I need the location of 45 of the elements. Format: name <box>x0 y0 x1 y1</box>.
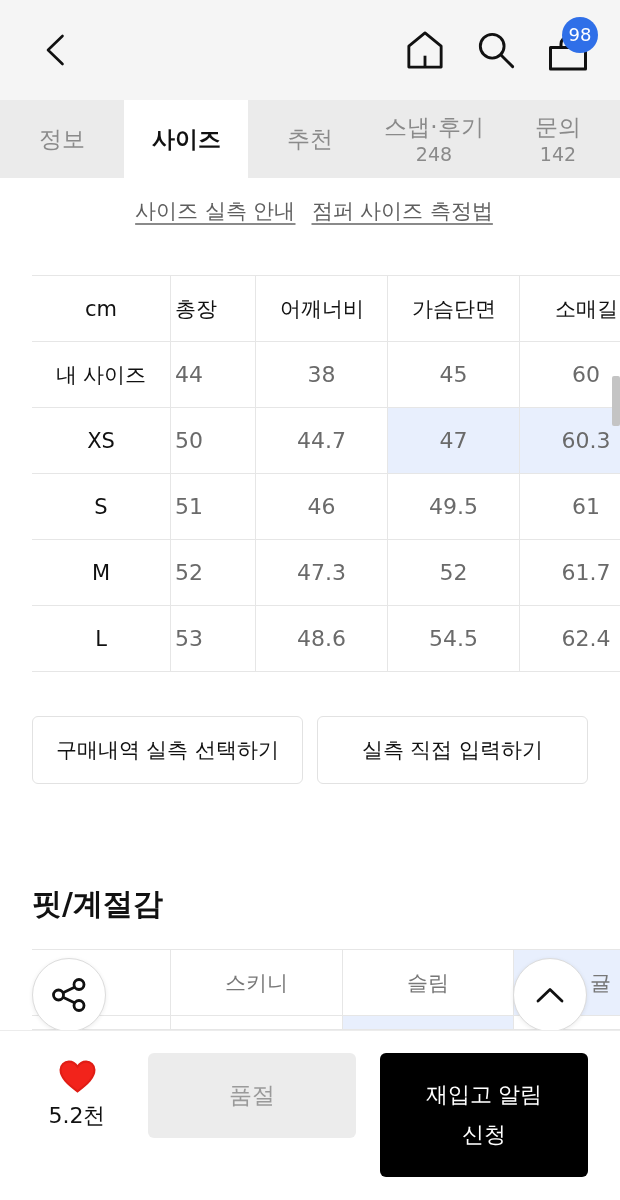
section-title: 핏/계절감 <box>32 885 163 923</box>
search-icon[interactable] <box>477 31 515 69</box>
row-header: S <box>32 474 170 540</box>
measure-button[interactable]: 실측 직접 입력하기 <box>317 716 588 784</box>
column-header: 소매길 <box>520 276 620 342</box>
table-cell: 46 <box>256 474 388 540</box>
column-header: 어깨너비 <box>256 276 388 342</box>
table-cell: 61.7 <box>520 540 620 606</box>
table-cell: 49.5 <box>388 474 520 540</box>
table-cell: 38 <box>256 342 388 408</box>
table-cell: 52 <box>388 540 520 606</box>
column-header: 가슴단면 <box>388 276 520 342</box>
row-header: L <box>32 606 170 672</box>
table-cell: 스키니 <box>171 950 343 1016</box>
row-header: XS <box>32 408 170 474</box>
table-cell: 60.3 <box>520 408 620 474</box>
table-cell: 50 <box>171 408 256 474</box>
measure-button[interactable]: 구매내역 실측 선택하기 <box>32 716 303 784</box>
column-header: 총장 <box>171 276 256 342</box>
chevron-up-icon <box>536 987 564 1003</box>
cart-count-badge: 98 <box>562 17 598 53</box>
table-cell: 54.5 <box>388 606 520 672</box>
row-header: M <box>32 540 170 606</box>
guide-link[interactable]: 사이즈 실측 안내 <box>135 196 296 226</box>
home-icon[interactable] <box>406 30 444 70</box>
row-header: 내 사이즈 <box>32 342 170 408</box>
table-cell: 53 <box>171 606 256 672</box>
guide-link[interactable]: 점퍼 사이즈 측정법 <box>311 196 493 226</box>
table-cell: 44 <box>171 342 256 408</box>
column-header: cm <box>32 276 170 342</box>
table-cell: 52 <box>171 540 256 606</box>
back-icon[interactable] <box>45 34 65 66</box>
share-icon <box>51 978 87 1012</box>
tab[interactable]: 사이즈 <box>124 100 248 178</box>
restock-alert-button[interactable]: 재입고 알림 신청 <box>380 1053 588 1177</box>
table-cell: 62.4 <box>520 606 620 672</box>
heart-icon[interactable] <box>58 1060 96 1093</box>
scrollbar <box>612 376 620 426</box>
table-cell: 47.3 <box>256 540 388 606</box>
table-cell: 51 <box>171 474 256 540</box>
table-cell: 47 <box>388 408 520 474</box>
table-cell: 61 <box>520 474 620 540</box>
share-button[interactable] <box>32 958 106 1030</box>
table-cell: 48.6 <box>256 606 388 672</box>
like-count: 5.2천 <box>48 1102 106 1130</box>
